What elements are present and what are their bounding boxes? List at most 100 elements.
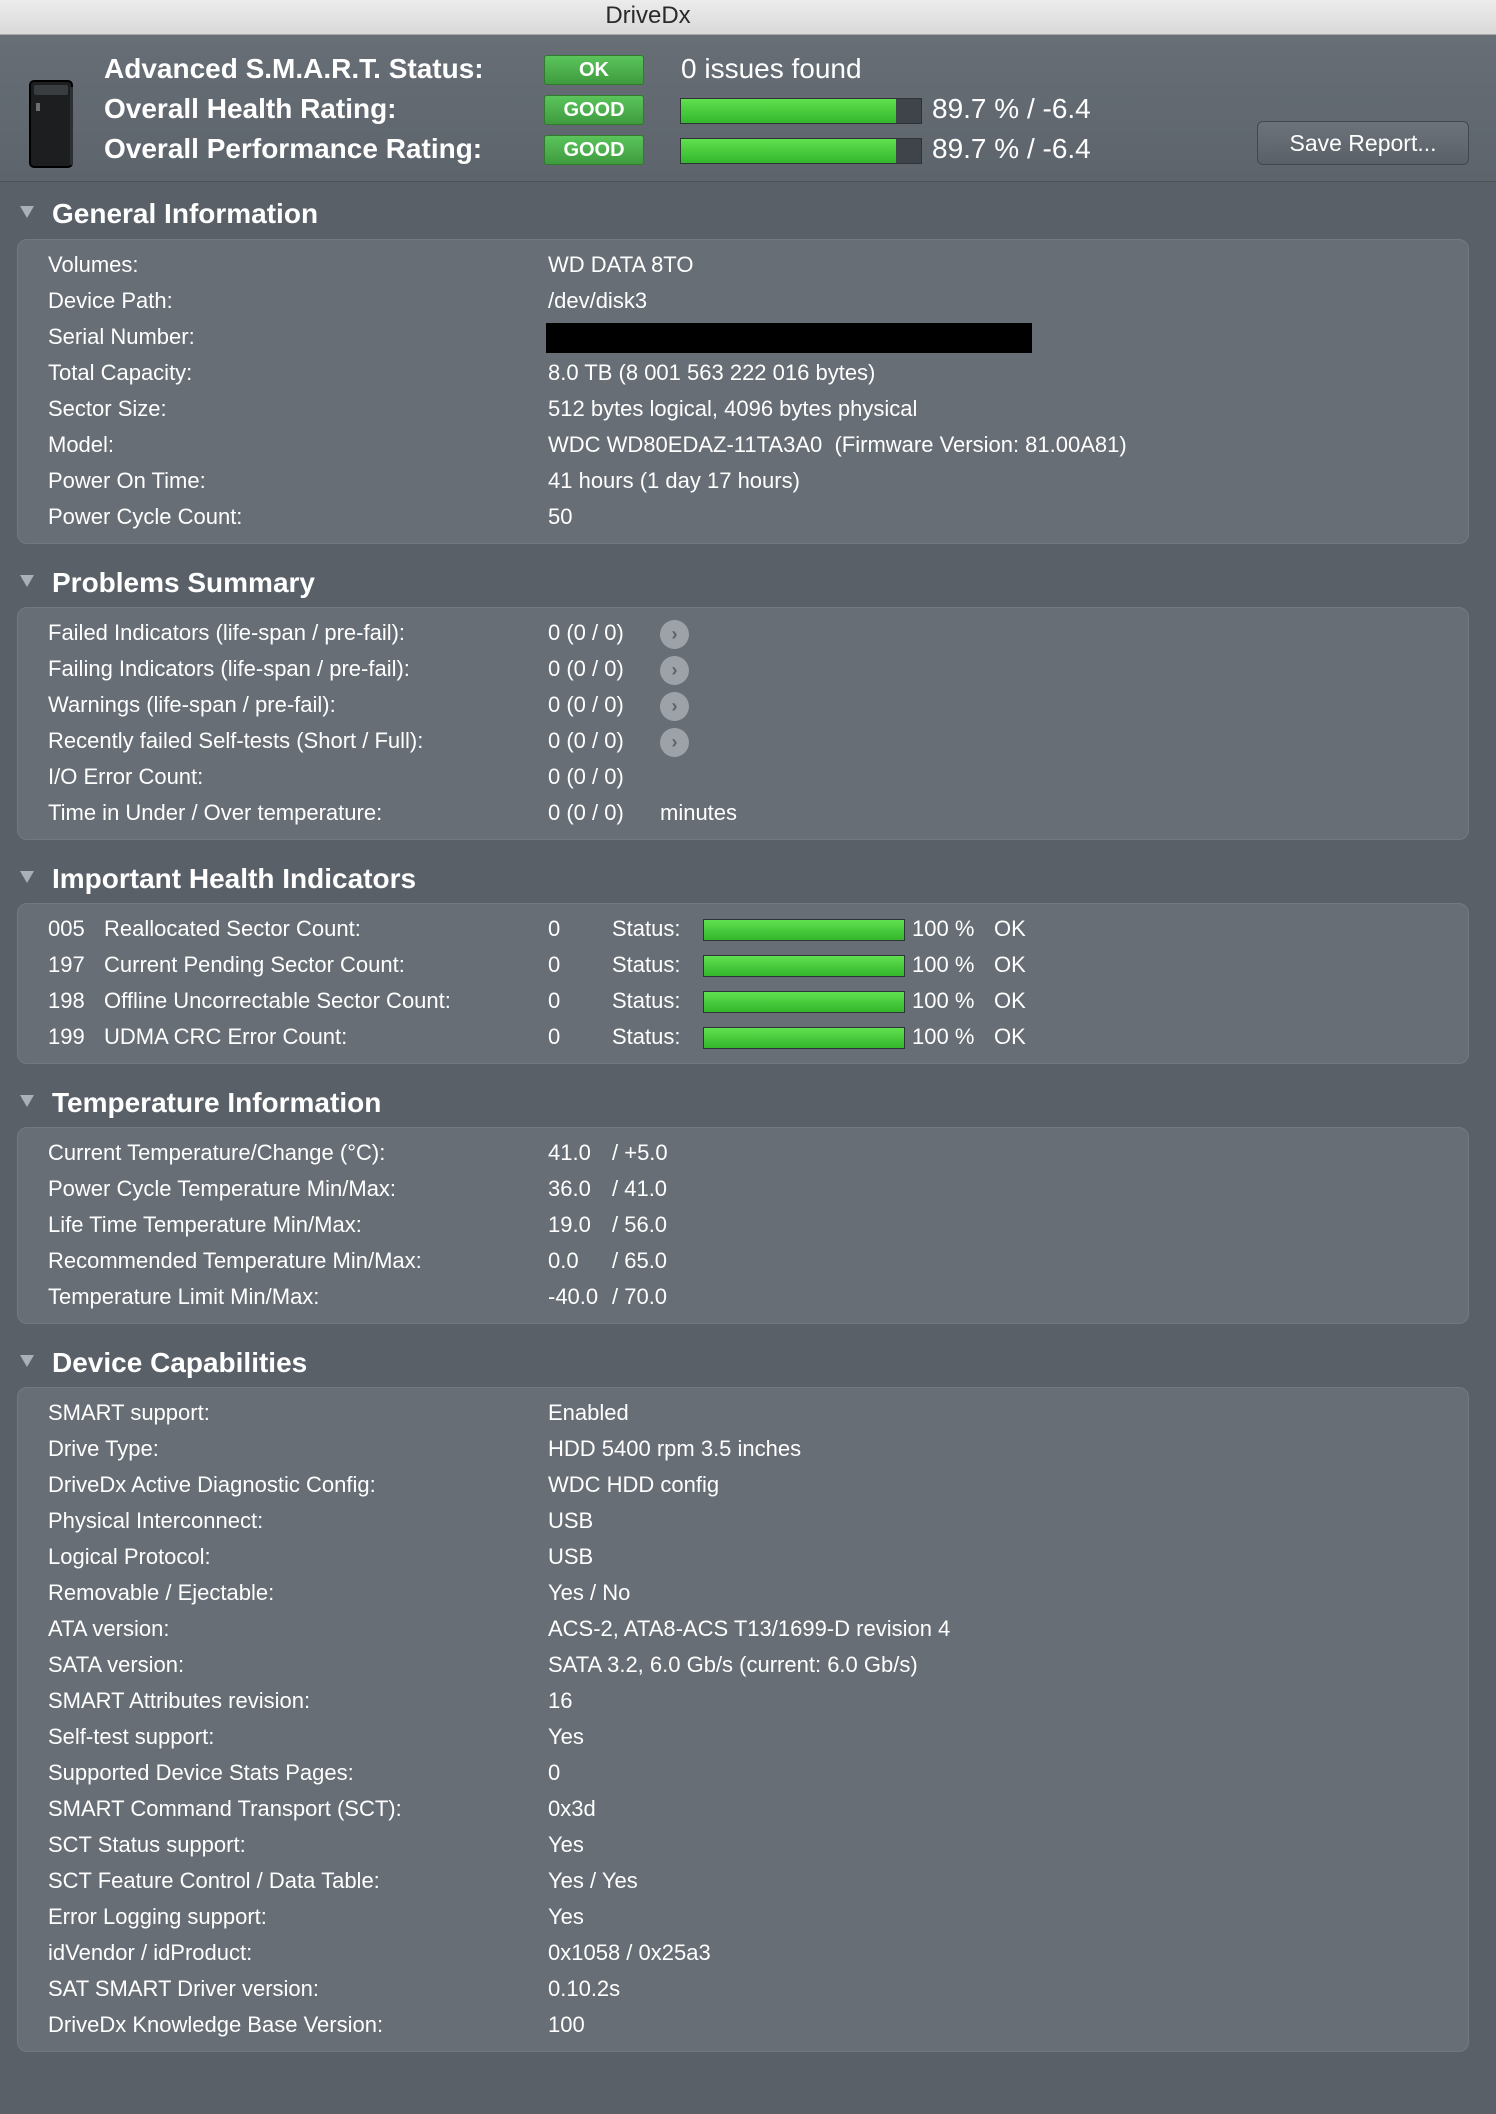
problem-row: Warnings (life-span / pre-fail): 0 (0 / 0… xyxy=(18,687,1470,723)
section-header-general[interactable]: General Information xyxy=(0,194,1496,234)
details-arrow-icon[interactable]: › xyxy=(660,620,689,649)
section-title: Problems Summary xyxy=(52,567,315,598)
temperature-row: Life Time Temperature Min/Max: 19.0 / 56.0 xyxy=(18,1207,1470,1243)
temperature-min: 36.0 xyxy=(548,1176,591,1201)
info-row-device-path: Device Path: /dev/disk3 xyxy=(18,283,1470,319)
temperature-max: / +5.0 xyxy=(612,1140,668,1165)
info-label: Sector Size: xyxy=(48,396,167,421)
smart-status-text: 0 issues found xyxy=(681,53,862,84)
external-drive-icon xyxy=(29,80,73,168)
save-report-button[interactable]: Save Report... xyxy=(1257,121,1469,165)
health-rating-badge: GOOD xyxy=(544,95,644,125)
disclosure-triangle-icon[interactable] xyxy=(20,206,34,218)
info-value: 512 bytes logical, 4096 bytes physical xyxy=(548,396,918,421)
status-state: OK xyxy=(994,952,1026,977)
capability-row: SMART Attributes revision: 16 xyxy=(18,1683,1470,1719)
details-arrow-icon[interactable]: › xyxy=(660,656,689,685)
capability-label: Removable / Ejectable: xyxy=(48,1580,275,1605)
capability-value: ACS-2, ATA8-ACS T13/1699-D revision 4 xyxy=(548,1616,951,1641)
status-percent: 100 % xyxy=(912,952,975,977)
capability-label: Supported Device Stats Pages: xyxy=(48,1760,354,1785)
problem-value: 0 (0 / 0) xyxy=(548,764,624,789)
problems-summary-panel: Failed Indicators (life-span / pre-fail)… xyxy=(17,607,1469,840)
capability-label: SMART Attributes revision: xyxy=(48,1688,311,1713)
capability-value: 0x1058 / 0x25a3 xyxy=(548,1940,711,1965)
capability-label: SMART Command Transport (SCT): xyxy=(48,1796,402,1821)
attribute-name: Reallocated Sector Count: xyxy=(104,916,361,941)
capability-label: SATA version: xyxy=(48,1652,185,1677)
capability-label: Error Logging support: xyxy=(48,1904,267,1929)
info-row-power-on-time: Power On Time: 41 hours (1 day 17 hours) xyxy=(18,463,1470,499)
info-label: Device Path: xyxy=(48,288,173,313)
section-header-health[interactable]: Important Health Indicators xyxy=(0,859,1496,899)
info-row-volumes: Volumes: WD DATA 8TO xyxy=(18,247,1470,283)
problem-value: 0 (0 / 0) xyxy=(548,800,624,825)
capability-row: Logical Protocol: USB xyxy=(18,1539,1470,1575)
temperature-label: Recommended Temperature Min/Max: xyxy=(48,1248,422,1273)
capability-row: idVendor / idProduct: 0x1058 / 0x25a3 xyxy=(18,1935,1470,1971)
attribute-id: 197 xyxy=(48,952,85,977)
capability-row: SCT Status support: Yes xyxy=(18,1827,1470,1863)
info-row-sector-size: Sector Size: 512 bytes logical, 4096 byte… xyxy=(18,391,1470,427)
attribute-id: 198 xyxy=(48,988,85,1013)
attribute-value: 0 xyxy=(548,916,561,941)
capability-value: USB xyxy=(548,1544,594,1569)
info-label: Model: xyxy=(48,432,115,457)
capability-label: SCT Feature Control / Data Table: xyxy=(48,1868,380,1893)
capability-row: SAT SMART Driver version: 0.10.2s xyxy=(18,1971,1470,2007)
capability-row: DriveDx Active Diagnostic Config: WDC HDD… xyxy=(18,1467,1470,1503)
capability-value: Yes xyxy=(548,1832,584,1857)
disclosure-triangle-icon[interactable] xyxy=(20,871,34,883)
health-indicator-row: 199 UDMA CRC Error Count: 0 Status: 100 … xyxy=(18,1019,1470,1055)
general-info-panel: Volumes: WD DATA 8TO Device Path: /dev/dis… xyxy=(17,239,1469,544)
info-label: Volumes: xyxy=(48,252,139,277)
window-titlebar: DriveDx xyxy=(0,0,1496,35)
info-label: Power On Time: xyxy=(48,468,206,493)
capability-row: ATA version: ACS-2, ATA8-ACS T13/1699-D r… xyxy=(18,1611,1470,1647)
smart-status-badge: OK xyxy=(544,55,644,85)
problem-value: 0 (0 / 0) xyxy=(548,620,624,645)
capability-value: Enabled xyxy=(548,1400,629,1425)
capability-row: Supported Device Stats Pages: 0 xyxy=(18,1755,1470,1791)
capability-row: SCT Feature Control / Data Table: Yes / Y… xyxy=(18,1863,1470,1899)
section-title: Important Health Indicators xyxy=(52,863,417,894)
section-title: Device Capabilities xyxy=(52,1347,308,1378)
problem-label: I/O Error Count: xyxy=(48,764,204,789)
health-rating-text: 89.7 % / -6.4 xyxy=(932,93,1091,124)
capability-value: 0.10.2s xyxy=(548,1976,621,2001)
smart-status-label: Advanced S.M.A.R.T. Status: xyxy=(104,53,484,84)
attribute-name: UDMA CRC Error Count: xyxy=(104,1024,348,1049)
status-bar xyxy=(703,919,905,941)
capability-value: 0 xyxy=(548,1760,561,1785)
capability-label: DriveDx Knowledge Base Version: xyxy=(48,2012,384,2037)
status-state: OK xyxy=(994,1024,1026,1049)
capability-value: 100 xyxy=(548,2012,585,2037)
problem-value: 0 (0 / 0) xyxy=(548,692,624,717)
disclosure-triangle-icon[interactable] xyxy=(20,1355,34,1367)
capability-label: SMART support: xyxy=(48,1400,210,1425)
capability-value: 0x3d xyxy=(548,1796,596,1821)
status-bar xyxy=(703,991,905,1013)
section-header-capabilities[interactable]: Device Capabilities xyxy=(0,1343,1496,1383)
disclosure-triangle-icon[interactable] xyxy=(20,575,34,587)
temperature-row: Temperature Limit Min/Max: -40.0 / 70.0 xyxy=(18,1279,1470,1315)
capability-row: DriveDx Knowledge Base Version: 100 xyxy=(18,2007,1470,2043)
problem-value: 0 (0 / 0) xyxy=(548,728,624,753)
info-label: Total Capacity: xyxy=(48,360,193,385)
redacted-serial xyxy=(546,323,1032,353)
temperature-row: Recommended Temperature Min/Max: 0.0 / 65.… xyxy=(18,1243,1470,1279)
performance-rating-bar xyxy=(680,138,922,164)
details-arrow-icon[interactable]: › xyxy=(660,692,689,721)
section-header-temperature[interactable]: Temperature Information xyxy=(0,1083,1496,1123)
details-arrow-icon[interactable]: › xyxy=(660,728,689,757)
info-row-power-cycle-count: Power Cycle Count: 50 xyxy=(18,499,1470,535)
disclosure-triangle-icon[interactable] xyxy=(20,1095,34,1107)
status-bar-fill xyxy=(704,992,904,1012)
section-title: Temperature Information xyxy=(52,1087,382,1118)
status-bar-fill xyxy=(704,920,904,940)
health-rating-label: Overall Health Rating: xyxy=(104,93,397,124)
section-header-problems[interactable]: Problems Summary xyxy=(0,563,1496,603)
status-percent: 100 % xyxy=(912,1024,975,1049)
capability-label: idVendor / idProduct: xyxy=(48,1940,253,1965)
temperature-min: -40.0 xyxy=(548,1284,599,1309)
